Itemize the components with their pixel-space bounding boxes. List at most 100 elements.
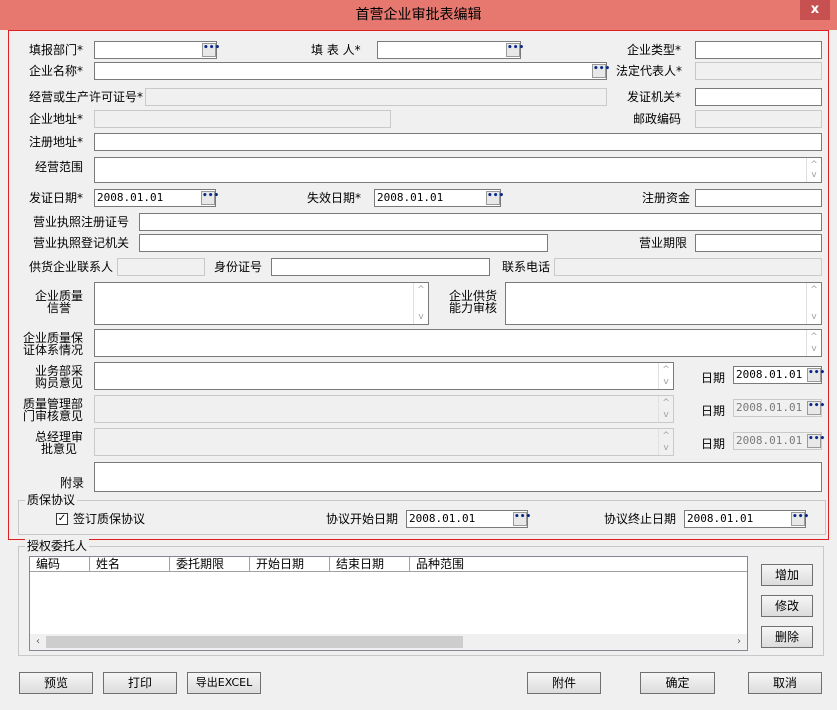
- agreement-end-date-input[interactable]: 2008.01.01: [684, 510, 806, 528]
- biz-license-reg-no-label: 营业执照注册证号: [33, 215, 130, 229]
- ellipsis-icon: •••: [202, 191, 220, 201]
- reg-addr-input[interactable]: [94, 133, 822, 151]
- scroll-up-icon[interactable]: ^: [414, 285, 428, 295]
- agreement-start-picker-button[interactable]: •••: [513, 512, 531, 526]
- filler-input[interactable]: [377, 41, 521, 59]
- col-header-start-date[interactable]: 开始日期: [250, 557, 330, 572]
- col-header-code[interactable]: 编码: [30, 557, 90, 572]
- delegation-table[interactable]: 编码 姓名 委托期限 开始日期 结束日期 品种范围 ‹ ›: [29, 556, 748, 651]
- qa-opinion-scrollbar: ^ v: [658, 396, 673, 422]
- scroll-left-icon[interactable]: ‹: [30, 634, 46, 650]
- scroll-up-icon[interactable]: ^: [807, 332, 821, 342]
- phone-label: 联系电话: [502, 260, 551, 274]
- gm-opinion-textarea: ^ v: [94, 428, 674, 456]
- reg-capital-input[interactable]: [695, 189, 822, 207]
- company-name-input[interactable]: [94, 62, 607, 80]
- buyer-opinion-label: 业务部采购员意见: [34, 364, 83, 390]
- buyer-opinion-scrollbar[interactable]: ^ v: [658, 363, 673, 389]
- quality-system-scrollbar[interactable]: ^ v: [806, 330, 821, 356]
- issuer-input[interactable]: [695, 88, 822, 106]
- issue-date-picker-button[interactable]: •••: [201, 191, 219, 205]
- gm-date-picker-button[interactable]: •••: [807, 434, 825, 448]
- supply-capacity-scrollbar[interactable]: ^ v: [806, 283, 821, 324]
- dept-picker-button[interactable]: •••: [202, 43, 220, 57]
- ellipsis-icon: •••: [808, 401, 826, 411]
- ok-button[interactable]: 确定: [640, 672, 715, 694]
- scroll-up-icon: ^: [662, 398, 670, 408]
- buyer-date-picker-button[interactable]: •••: [807, 368, 825, 382]
- buyer-date-label: 日期: [701, 371, 726, 385]
- scroll-down-icon[interactable]: v: [807, 312, 821, 322]
- cancel-button[interactable]: 取消: [748, 672, 822, 694]
- sign-quality-agreement-checkbox[interactable]: ✓: [56, 513, 68, 525]
- scroll-down-icon[interactable]: v: [807, 170, 821, 180]
- company-type-input[interactable]: [695, 41, 822, 59]
- qa-date-picker-button[interactable]: •••: [807, 401, 825, 415]
- qa-date-label: 日期: [701, 404, 726, 418]
- close-button[interactable]: x: [800, 0, 830, 20]
- edit-delegate-button[interactable]: 修改: [761, 595, 813, 617]
- agreement-start-date-input[interactable]: 2008.01.01: [406, 510, 528, 528]
- delegation-table-hscrollbar[interactable]: ‹ ›: [30, 634, 747, 650]
- delete-delegate-button[interactable]: 删除: [761, 626, 813, 648]
- biz-term-input[interactable]: [695, 234, 822, 252]
- agreement-end-label: 协议终止日期: [604, 512, 677, 526]
- ellipsis-icon: •••: [487, 191, 505, 201]
- scroll-up-icon[interactable]: ^: [807, 285, 821, 295]
- col-header-end-date[interactable]: 结束日期: [330, 557, 410, 572]
- quality-credit-scrollbar[interactable]: ^ v: [413, 283, 428, 324]
- expiry-date-input[interactable]: 2008.01.01: [374, 189, 501, 207]
- scroll-up-icon: ^: [662, 431, 670, 441]
- quality-system-label: 企业质量保证体系情况: [22, 331, 83, 357]
- qa-opinion-label: 质量管理部门审核意见: [22, 397, 83, 423]
- postcode-field: [695, 110, 822, 128]
- col-header-name[interactable]: 姓名: [90, 557, 170, 572]
- approval-form-window: 首营企业审批表编辑 x 填报部门* ••• 填 表 人* ••• 企业类型* 企…: [0, 0, 837, 710]
- phone-field: [554, 258, 822, 276]
- add-delegate-button[interactable]: 增加: [761, 564, 813, 586]
- supplier-contact-field: [117, 258, 205, 276]
- expiry-date-picker-button[interactable]: •••: [486, 191, 504, 205]
- agreement-end-picker-button[interactable]: •••: [791, 512, 809, 526]
- ellipsis-icon: •••: [507, 43, 525, 53]
- id-no-input[interactable]: [271, 258, 490, 276]
- biz-license-authority-input[interactable]: [139, 234, 548, 252]
- issue-date-input[interactable]: 2008.01.01: [94, 189, 216, 207]
- print-button[interactable]: 打印: [103, 672, 177, 694]
- attachment-button[interactable]: 附件: [527, 672, 601, 694]
- qa-opinion-textarea: ^ v: [94, 395, 674, 423]
- col-header-variety-scope[interactable]: 品种范围: [410, 557, 747, 572]
- quality-system-textarea[interactable]: ^ v: [94, 329, 822, 357]
- biz-license-reg-no-input[interactable]: [139, 213, 822, 231]
- quality-credit-textarea[interactable]: ^ v: [94, 282, 429, 325]
- preview-button[interactable]: 预览: [19, 672, 93, 694]
- company-name-picker-button[interactable]: •••: [592, 64, 610, 78]
- business-scope-textarea[interactable]: ^ v: [94, 157, 822, 183]
- business-scope-label: 经营范围: [35, 160, 84, 174]
- supply-capacity-label: 企业供货能力审核: [448, 289, 497, 315]
- col-header-term[interactable]: 委托期限: [170, 557, 250, 572]
- license-no-label: 经营或生产许可证号*: [29, 90, 144, 104]
- dept-label: 填报部门*: [29, 43, 84, 57]
- scroll-up-icon[interactable]: ^: [659, 365, 673, 375]
- postcode-label: 邮政编码: [633, 112, 682, 126]
- buyer-opinion-textarea[interactable]: ^ v: [94, 362, 674, 390]
- scroll-up-icon[interactable]: ^: [807, 160, 821, 170]
- scroll-down-icon[interactable]: v: [807, 344, 821, 354]
- export-excel-button[interactable]: 导出EXCEL: [187, 672, 261, 694]
- scroll-down-icon[interactable]: v: [414, 312, 428, 322]
- supply-capacity-textarea[interactable]: ^ v: [505, 282, 822, 325]
- dept-input[interactable]: [94, 41, 217, 59]
- biz-term-label: 营业期限: [639, 236, 688, 250]
- hscroll-thumb[interactable]: [46, 636, 463, 648]
- issue-date-label: 发证日期*: [29, 191, 84, 205]
- window-title: 首营企业审批表编辑: [355, 7, 482, 23]
- company-type-label: 企业类型*: [627, 43, 682, 57]
- ellipsis-icon: •••: [808, 368, 826, 378]
- appendix-textarea[interactable]: [94, 462, 822, 492]
- scroll-down-icon[interactable]: v: [659, 377, 673, 387]
- business-scope-scrollbar[interactable]: ^ v: [806, 158, 821, 182]
- reg-capital-label: 注册资金: [642, 191, 691, 205]
- filler-picker-button[interactable]: •••: [506, 43, 524, 57]
- scroll-right-icon[interactable]: ›: [731, 634, 747, 650]
